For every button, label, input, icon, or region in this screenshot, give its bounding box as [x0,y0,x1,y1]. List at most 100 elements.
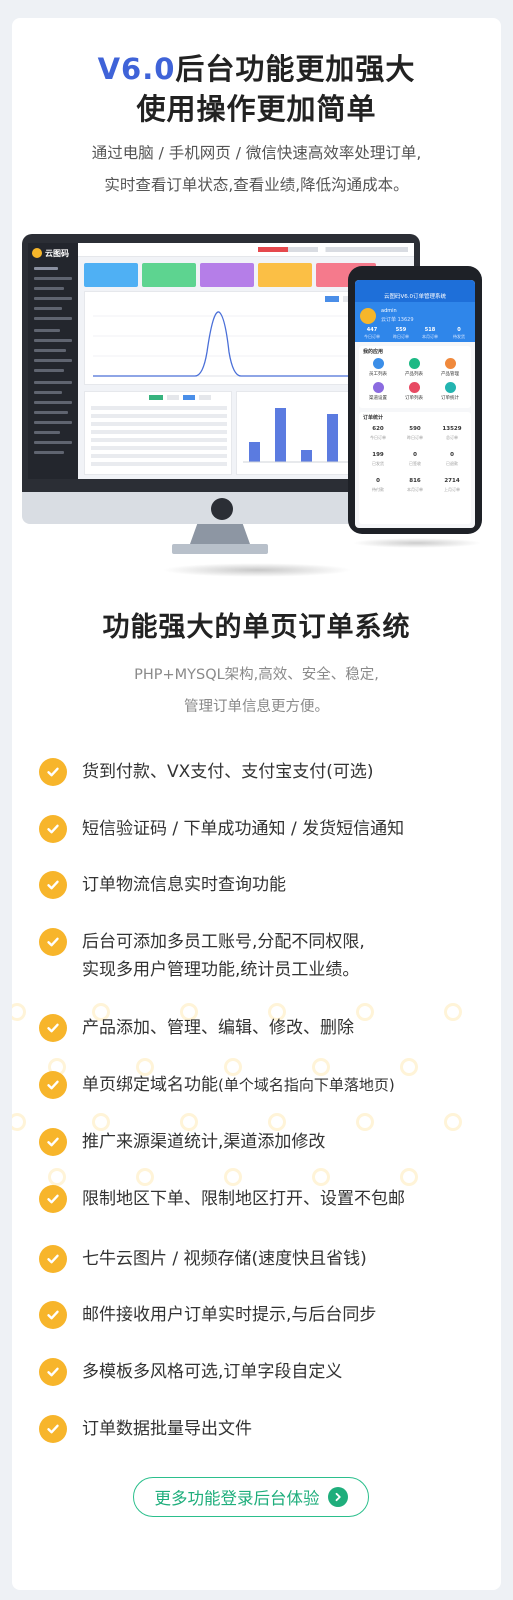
feature-text: 推广来源渠道统计,渠道添加修改 [82,1132,326,1152]
app-icon[interactable] [409,358,420,369]
monitor-stand [190,524,250,544]
section2-title: 功能强大的单页订单系统 [102,612,411,643]
phone-top-stat-label: 昨日订单 [393,334,409,339]
order-stat-value: 620 [372,426,384,432]
stat-tile [84,263,138,287]
feature-text: 邮件接收用户订单实时提示,与后台同步 [82,1305,377,1325]
check-icon [39,928,67,956]
order-stat-value: 816 [409,478,421,484]
feature-item: 多模板多风格可选,订单字段自定义 [39,1358,342,1386]
more-features-button[interactable]: 更多功能登录后台体验 [133,1477,369,1517]
section2-desc-line1: PHP+MYSQL架构,高效、安全、稳定, [134,667,379,683]
feature-text: 货到付款、VX支付、支付宝支付(可选) [82,762,374,782]
stat-tile [142,263,196,287]
feature-item: 短信验证码 / 下单成功通知 / 发货短信通知 [39,815,404,843]
app-label: 订单列表 [405,396,423,401]
subtitle-line1: 通过电脑 / 手机网页 / 微信快速高效率处理订单, [91,144,422,162]
app-icon[interactable] [445,382,456,393]
phone-order-section: 订单统计 [363,415,384,421]
stat-tile [258,263,312,287]
feature-text: 多模板多风格可选,订单字段自定义 [82,1362,343,1382]
phone-app-title: 云图码V6.0订单管理系统 [383,294,446,300]
phone-top-stat-label: 待发货 [453,334,465,339]
feature-text: 后台可添加多员工账号,分配不同权限, 实现多用户管理功能,统计员工业绩。 [82,932,365,980]
check-icon [39,815,67,843]
feature-text: 单页绑定域名功能(单个域名指向下单落地页) [82,1075,395,1095]
order-stat-value: 0 [450,452,454,458]
order-stat-label: 已发货 [372,461,384,466]
check-icon [39,1245,67,1273]
check-icon [39,1014,67,1042]
phone-top-stat-label: 本月订单 [422,334,438,339]
order-stat-label: 本月订单 [407,487,423,492]
app-label: 订单统计 [441,396,459,401]
phone-top-stat-value: 447 [366,327,378,333]
check-icon [39,1301,67,1329]
feature-item: 订单数据批量导出文件 [39,1415,252,1443]
order-stat-value: 2714 [444,478,460,484]
order-stat-label: 待付款 [372,487,384,492]
phone-shop-name: 云订单 13629 [381,317,414,323]
order-stat-value: 590 [409,426,421,432]
admin-sidebar: 云图码 [28,243,78,479]
feature-item: 推广来源渠道统计,渠道添加修改 [39,1128,325,1156]
check-icon [39,1185,67,1213]
headline-line2: 使用操作更加简单 [136,92,377,126]
app-icon[interactable] [373,358,384,369]
chevron-right-icon [327,1487,348,1507]
app-icon[interactable] [445,358,456,369]
monitor-base [172,544,268,554]
feature-item: 订单物流信息实时查询功能 [39,871,286,899]
order-stat-value: 0 [376,478,380,484]
app-icon[interactable] [409,382,420,393]
app-icon[interactable] [373,382,384,393]
order-stat-label: 昨日订单 [407,435,423,440]
feature-item: 限制地区下单、限制地区打开、设置不包邮 [39,1185,405,1213]
feature-text: 七牛云图片 / 视频存储(速度快且省钱) [82,1249,367,1269]
phone-screen: 云图码V6.0订单管理系统 admin 云订单 13629 447 今日订单 559… [355,280,475,528]
content-card: V6.0后台功能更加强大 使用操作更加简单 通过电脑 / 手机网页 / 微信快速… [12,18,501,1590]
phone-top-stat-value: 559 [395,327,407,333]
order-stat-label: 已退款 [446,461,458,466]
region-table-panel [84,391,232,475]
order-stat-label: 今日订单 [370,435,386,440]
feature-item: 七牛云图片 / 视频存储(速度快且省钱) [39,1245,367,1273]
admin-logo: 云图码 [32,247,69,259]
phone-app-section: 我的应用 [363,349,384,355]
check-icon [39,1358,67,1386]
feature-item: 货到付款、VX支付、支付宝支付(可选) [39,758,374,786]
phone-top-stat-value: 0 [457,327,461,333]
check-icon [39,1128,67,1156]
stat-tile [200,263,254,287]
check-icon [39,1415,67,1443]
admin-topbar [78,243,414,257]
app-label: 渠道设置 [369,396,387,401]
check-icon [39,1071,67,1099]
subtitle-line2: 实时查看订单状态,查看业绩,降低沟通成本。 [104,176,409,194]
feature-text: 产品添加、管理、编辑、修改、删除 [82,1018,354,1038]
phone-admin-name: admin [381,308,397,314]
section2-desc-line2: 管理订单信息更方便。 [184,699,329,715]
monitor-logo-dot [211,498,233,520]
order-stat-value: 0 [413,452,417,458]
order-stat-value: 13529 [442,426,462,432]
feature-item: 邮件接收用户订单实时提示,与后台同步 [39,1301,376,1329]
feature-item: 单页绑定域名功能(单个域名指向下单落地页) [39,1071,395,1099]
app-label: 产品列表 [405,372,423,377]
feature-text: 订单物流信息实时查询功能 [82,875,286,895]
feature-text: 限制地区下单、限制地区打开、设置不包邮 [82,1189,405,1209]
feature-item: 产品添加、管理、编辑、修改、删除 [39,1014,354,1042]
feature-text: 短信验证码 / 下单成功通知 / 发货短信通知 [82,819,405,839]
check-icon [39,871,67,899]
avatar [360,308,376,324]
phone-top-stat-value: 518 [424,327,436,333]
feature-text: 订单数据批量导出文件 [82,1419,252,1439]
app-label: 产品管理 [441,372,459,377]
phone-top-stat-label: 今日订单 [364,334,380,339]
check-icon [39,758,67,786]
app-label: 员工列表 [369,372,387,377]
order-stat-value: 199 [372,452,384,458]
feature-item: 后台可添加多员工账号,分配不同权限, 实现多用户管理功能,统计员工业绩。 [39,928,365,984]
order-stat-label: 已签收 [409,461,421,466]
order-stat-label: 总订单 [446,435,458,440]
